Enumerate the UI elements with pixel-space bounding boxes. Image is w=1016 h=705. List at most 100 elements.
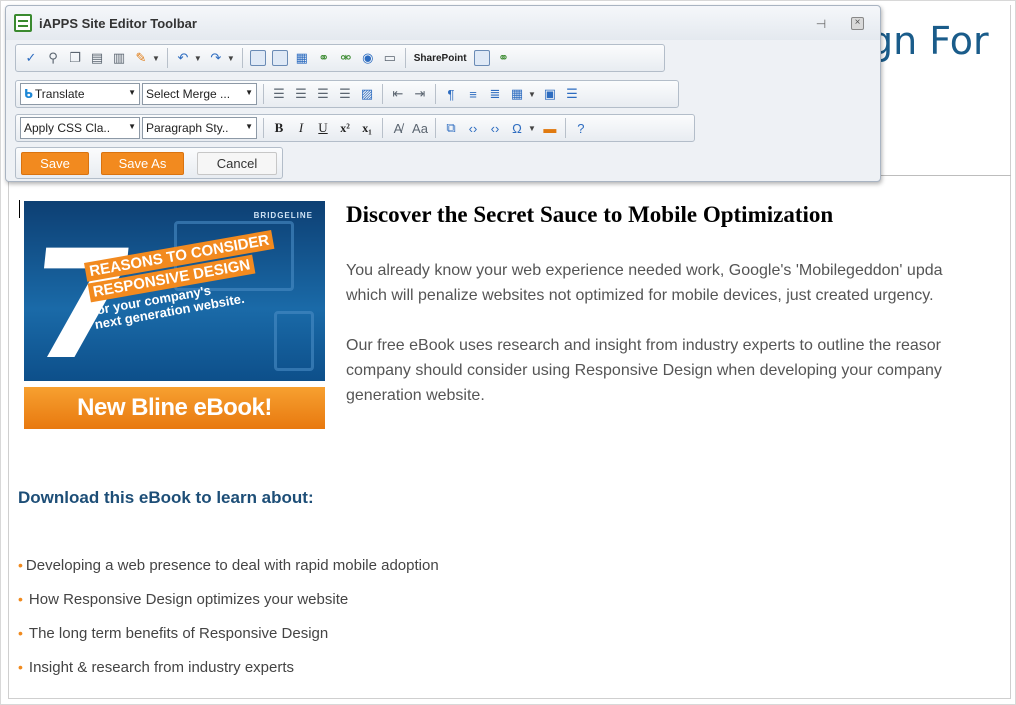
- chevron-down-icon[interactable]: ▼: [227, 54, 235, 63]
- copy-icon[interactable]: ❐: [65, 48, 85, 68]
- chevron-down-icon: ▼: [245, 88, 253, 97]
- justify-icon[interactable]: ☰: [335, 84, 355, 104]
- case-group: A̸ Aa: [387, 118, 431, 138]
- phone-shape: [274, 311, 314, 371]
- site-editor-toolbar[interactable]: iAPPS Site Editor Toolbar ⊣ × ✓ ⚲ ❐ ▤ ▥ …: [5, 5, 881, 182]
- toolbar-row-1: ✓ ⚲ ❐ ▤ ▥ ✎ ▼ ↶ ▼ ↷ ▼ ▦ ⚭ ⚮ ◉ ▭ SharePoi…: [15, 44, 665, 72]
- save-as-button[interactable]: Save As: [101, 152, 184, 175]
- document-manager-icon[interactable]: ▦: [292, 48, 312, 68]
- insert-table-icon[interactable]: ▦: [507, 84, 527, 104]
- css-class-label: Apply CSS Cla..: [24, 121, 111, 135]
- action-buttons: Save Save As Cancel: [15, 147, 283, 179]
- css-class-dropdown[interactable]: Apply CSS Cla.. ▼: [20, 117, 140, 139]
- text-case-icon[interactable]: Aa: [410, 118, 430, 138]
- merge-field-dropdown[interactable]: Select Merge ... ▼: [142, 83, 257, 105]
- clear-alignment-icon[interactable]: ▨: [357, 84, 377, 104]
- find-icon[interactable]: ⚲: [43, 48, 63, 68]
- paragraph-1: You already know your web experience nee…: [346, 258, 1006, 308]
- indent-group: ⇤ ⇥: [387, 84, 431, 104]
- bullet-icon: •: [18, 625, 23, 641]
- insert-snippet-icon[interactable]: ⧉: [441, 118, 461, 138]
- help-icon[interactable]: ?: [571, 118, 591, 138]
- code-snippet-icon[interactable]: ‹›: [485, 118, 505, 138]
- sharepoint-button[interactable]: SharePoint: [410, 53, 471, 64]
- chevron-down-icon: ▼: [128, 88, 136, 97]
- translate-label: Translate: [34, 87, 85, 101]
- image-manager-icon[interactable]: [270, 48, 290, 68]
- article-heading: Discover the Secret Sauce to Mobile Opti…: [346, 202, 834, 227]
- flash-icon[interactable]: ◉: [358, 48, 378, 68]
- toolbar-divider: [166, 48, 168, 68]
- horizontal-rule-icon[interactable]: ☰: [562, 84, 582, 104]
- toolbar-divider: [382, 84, 383, 104]
- list-item: • The long term benefits of Responsive De…: [18, 622, 439, 656]
- ebook-promo-image[interactable]: BRIDGELINE 7 Reasons to Consider Respons…: [24, 201, 325, 429]
- spellcheck-icon[interactable]: ✓: [21, 48, 41, 68]
- align-right-icon[interactable]: ☰: [313, 84, 333, 104]
- sharepoint-link-icon[interactable]: ⚭: [494, 48, 514, 68]
- translate-dropdown[interactable]: ᑲ Translate ▼: [20, 83, 140, 105]
- insert-link-icon[interactable]: ⚭: [314, 48, 334, 68]
- brand-logo: BRIDGELINE: [253, 211, 313, 220]
- html-snippet-icon[interactable]: ‹›: [463, 118, 483, 138]
- toolbar-titlebar[interactable]: iAPPS Site Editor Toolbar ⊣ ×: [6, 6, 880, 40]
- indent-icon[interactable]: ⇥: [410, 84, 430, 104]
- save-button[interactable]: Save: [21, 152, 89, 175]
- redo-icon[interactable]: ↷: [206, 48, 226, 68]
- insert-image-icon[interactable]: [248, 48, 268, 68]
- list-item: • How Responsive Design optimizes your we…: [18, 588, 439, 622]
- history-group: ↶ ▼ ↷ ▼: [172, 48, 238, 68]
- paste-text-icon[interactable]: ▥: [109, 48, 129, 68]
- align-left-icon[interactable]: ☰: [269, 84, 289, 104]
- bold-button[interactable]: B: [269, 118, 289, 138]
- sharepoint-image-icon[interactable]: [472, 48, 492, 68]
- paragraph-2-line: Our free eBook uses research and insight…: [346, 337, 941, 354]
- insert-group: ▦ ⚭ ⚮ ◉ ▭: [247, 48, 401, 68]
- remove-link-icon[interactable]: ⚮: [336, 48, 356, 68]
- toolbar-divider: [435, 118, 436, 138]
- close-icon[interactable]: ×: [851, 17, 864, 30]
- superscript-button[interactable]: x²: [335, 118, 355, 138]
- pin-icon[interactable]: ⊣: [814, 18, 828, 30]
- cancel-button[interactable]: Cancel: [197, 152, 277, 175]
- template-icon[interactable]: ▭: [380, 48, 400, 68]
- undo-icon[interactable]: ↶: [173, 48, 193, 68]
- list-group: ¶ ≡ ≣ ▦ ▼ ▣ ☰: [440, 84, 583, 104]
- toolbar-divider: [241, 48, 243, 68]
- download-heading: Download this eBook to learn about:: [18, 488, 314, 507]
- format-painter-icon[interactable]: ✎: [131, 48, 151, 68]
- sharepoint-group: SharePoint ⚭: [410, 48, 515, 68]
- list-item: • Insight & research from industry expert…: [18, 656, 439, 690]
- help-group: ?: [570, 118, 592, 138]
- title-divider: [879, 175, 1011, 176]
- underline-button[interactable]: U: [313, 118, 333, 138]
- form-icon[interactable]: ▣: [540, 84, 560, 104]
- subscript-button[interactable]: x₁: [357, 118, 377, 138]
- numbered-list-icon[interactable]: ≡: [463, 84, 483, 104]
- outdent-icon[interactable]: ⇤: [388, 84, 408, 104]
- toolbar-divider: [263, 84, 264, 104]
- bulleted-list-icon[interactable]: ≣: [485, 84, 505, 104]
- css-icon[interactable]: ▬: [540, 118, 560, 138]
- paste-icon[interactable]: ▤: [87, 48, 107, 68]
- chevron-down-icon[interactable]: ▼: [194, 54, 202, 63]
- chevron-down-icon[interactable]: ▼: [152, 54, 160, 63]
- special-character-button[interactable]: Ω: [507, 118, 527, 138]
- align-group: ☰ ☰ ☰ ☰ ▨: [268, 84, 378, 104]
- list-item: • Developing a web presence to deal with …: [18, 554, 439, 588]
- list-item-text: How Responsive Design optimizes your web…: [28, 591, 349, 608]
- chevron-down-icon[interactable]: ▼: [528, 124, 536, 133]
- spell-group: ✓ ⚲ ❐ ▤ ▥ ✎ ▼: [20, 48, 163, 68]
- paragraph-style-dropdown[interactable]: Paragraph Sty.. ▼: [142, 117, 257, 139]
- bullet-icon: •: [18, 557, 23, 573]
- text-format-group: B I U x² x₁: [268, 118, 378, 138]
- toolbar-row-3: Apply CSS Cla.. ▼ Paragraph Sty.. ▼ B I …: [15, 114, 695, 142]
- chevron-down-icon[interactable]: ▼: [528, 90, 536, 99]
- align-center-icon[interactable]: ☰: [291, 84, 311, 104]
- bullet-icon: •: [18, 659, 23, 675]
- toolbar-title: iAPPS Site Editor Toolbar: [39, 16, 197, 31]
- list-item-text: The long term benefits of Responsive Des…: [28, 625, 329, 642]
- strikethrough-icon[interactable]: A̸: [388, 118, 408, 138]
- paragraph-mark-icon[interactable]: ¶: [441, 84, 461, 104]
- italic-button[interactable]: I: [291, 118, 311, 138]
